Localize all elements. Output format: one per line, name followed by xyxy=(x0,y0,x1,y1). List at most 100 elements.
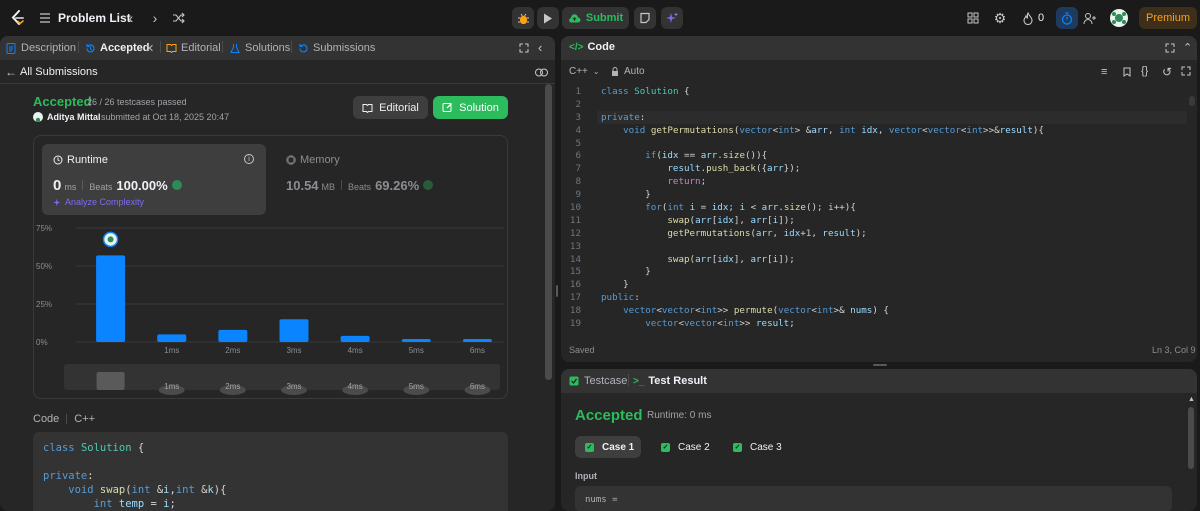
line-number: 18 xyxy=(569,305,581,317)
chevron-right-icon[interactable]: › xyxy=(148,10,162,26)
code-line[interactable]: 17 public: xyxy=(561,292,1187,305)
code-line[interactable]: 10 for(int i = idx; i < arr.size(); i++)… xyxy=(561,202,1187,215)
code-line[interactable]: 11 swap(arr[idx], arr[i]); xyxy=(561,215,1187,228)
editor-scrollbar[interactable] xyxy=(1189,96,1195,106)
code-line[interactable]: 19 vector<vector<int>> result; xyxy=(561,318,1187,331)
code-line[interactable]: 4 void getPermutations(vector<int> &arr,… xyxy=(561,125,1187,138)
input-value: nums = xyxy=(585,495,618,505)
stopwatch-icon xyxy=(1061,11,1073,25)
premium-button[interactable]: Premium xyxy=(1139,7,1197,29)
case-label: Case 1 xyxy=(602,441,635,453)
tab-solutions[interactable]: Solutions xyxy=(230,42,290,54)
bookmark-icon[interactable] xyxy=(1122,66,1132,78)
left-scrollbar[interactable] xyxy=(545,84,552,380)
runtime-card[interactable]: Runtime i 0 ms Beats 100.00% Analyze Com… xyxy=(42,144,266,215)
tab-accepted[interactable]: Accepted xyxy=(85,42,150,54)
case-2-tab[interactable]: ✓ Case 2 xyxy=(651,436,717,458)
analyze-complexity-link[interactable]: Analyze Complexity xyxy=(53,197,144,207)
code-line[interactable]: 13 xyxy=(561,241,1187,254)
code-line[interactable]: 2 xyxy=(561,99,1187,112)
avatar[interactable] xyxy=(1110,9,1128,27)
leetcode-logo-icon[interactable] xyxy=(10,10,26,26)
case-1-tab[interactable]: ✓ Case 1 xyxy=(575,436,641,458)
info-icon[interactable]: i xyxy=(244,154,254,164)
code-line[interactable]: 6 if(idx == arr.size()){ xyxy=(561,150,1187,163)
tab-label: Accepted xyxy=(100,42,150,54)
code-line: void swap(int &i,int &k){ xyxy=(68,484,227,496)
code-line[interactable]: 1 class Solution { xyxy=(561,86,1187,99)
language-value: C++ xyxy=(569,66,588,77)
beats-label: Beats xyxy=(89,182,113,192)
code-language: C++ xyxy=(74,413,96,425)
debug-button[interactable] xyxy=(512,7,534,29)
line-number: 11 xyxy=(569,214,581,226)
code-line[interactable]: 5 xyxy=(561,138,1187,151)
tab-test-result[interactable]: >_ Test Result xyxy=(633,375,707,387)
bar xyxy=(157,334,187,342)
x-tick-label: 3ms xyxy=(286,346,301,355)
fullscreen-icon[interactable] xyxy=(1181,66,1191,76)
submit-button[interactable]: Submit xyxy=(562,7,629,29)
layout-icon[interactable] xyxy=(966,11,980,25)
tab-label: Editorial xyxy=(181,42,221,54)
add-user-icon[interactable] xyxy=(1082,10,1098,26)
code-line[interactable]: 7 result.push_back({arr}); xyxy=(561,163,1187,176)
tab-divider xyxy=(160,41,161,53)
memory-header: Memory xyxy=(286,154,340,166)
code-line[interactable]: 8 return; xyxy=(561,176,1187,189)
scroll-up-icon[interactable]: ▲ xyxy=(1188,396,1195,403)
code-line[interactable]: 12 getPermutations(arr, idx+1, result); xyxy=(561,228,1187,241)
list-icon[interactable] xyxy=(38,11,52,25)
code-line[interactable]: 16 } xyxy=(561,279,1187,292)
ai-assist-button[interactable] xyxy=(661,7,683,29)
tab-description[interactable]: Description xyxy=(6,42,76,54)
tab-code[interactable]: </> Code xyxy=(569,41,615,53)
arrow-left-icon[interactable]: ← xyxy=(5,65,17,79)
code-line[interactable]: 18 vector<vector<int>> permute(vector<in… xyxy=(561,305,1187,318)
memory-beats: 69.26% xyxy=(375,178,420,193)
minimap-label: 5ms xyxy=(409,382,424,391)
language-select[interactable]: C++ ⌄ xyxy=(569,66,600,77)
check-icon: ✓ xyxy=(733,442,742,452)
book-icon xyxy=(362,103,373,113)
result-scrollbar[interactable] xyxy=(1188,407,1194,469)
close-tab-icon[interactable]: ✕ xyxy=(145,42,154,55)
editorial-button[interactable]: Editorial xyxy=(353,96,428,119)
code-line[interactable]: 14 swap(arr[idx], arr[i]); xyxy=(561,254,1187,267)
gear-icon[interactable]: ⚙ xyxy=(993,10,1007,26)
horizontal-resize-handle[interactable] xyxy=(873,364,887,366)
chevron-left-icon[interactable]: ‹ xyxy=(124,10,138,26)
run-button[interactable] xyxy=(537,7,559,29)
format-icon[interactable]: ≡ xyxy=(1101,66,1107,78)
reset-icon[interactable]: ↺ xyxy=(1162,65,1172,79)
panel-resize-handle[interactable] xyxy=(556,285,558,297)
tab-submissions[interactable]: Submissions xyxy=(298,42,375,54)
solution-button[interactable]: Solution xyxy=(433,96,508,119)
result-status: Accepted xyxy=(575,407,643,424)
line-number: 8 xyxy=(575,176,581,188)
case-3-tab[interactable]: ✓ Case 3 xyxy=(723,436,789,458)
timer-button[interactable] xyxy=(1056,7,1078,29)
all-submissions-link[interactable]: All Submissions xyxy=(20,66,98,78)
code-line[interactable]: 9 } xyxy=(561,189,1187,202)
bar xyxy=(218,329,248,342)
x-tick-label: 2ms xyxy=(225,346,240,355)
shuffle-icon[interactable] xyxy=(170,10,186,26)
maximize-icon[interactable] xyxy=(518,42,530,54)
collapse-icon[interactable]: ‹ xyxy=(538,40,542,55)
user-name[interactable]: Aditya Mittal xyxy=(47,112,101,122)
tab-editorial[interactable]: Editorial xyxy=(166,42,221,54)
memory-card[interactable]: Memory 10.54 MB Beats 69.26% xyxy=(274,144,500,215)
tab-testcase[interactable]: Testcase xyxy=(569,375,627,387)
code-line[interactable]: 15 } xyxy=(561,266,1187,279)
runtime-distribution-chart: 75% 50% 25% 0% 1ms 2ms 3ms 4ms 5ms 6ms 1ms 2ms 3ms 4m… xyxy=(36,224,504,395)
tab-label: Solutions xyxy=(245,42,291,54)
maximize-icon[interactable] xyxy=(1164,42,1176,54)
autocomplete-mode[interactable]: Auto xyxy=(611,66,645,77)
notes-button[interactable] xyxy=(634,7,656,29)
link-icon[interactable] xyxy=(534,65,548,79)
problem-list-link[interactable]: Problem List xyxy=(58,11,131,25)
chevron-up-icon[interactable]: ⌃ xyxy=(1183,41,1192,54)
braces-icon[interactable]: {} xyxy=(1141,65,1148,77)
fire-icon[interactable] xyxy=(1021,10,1035,26)
